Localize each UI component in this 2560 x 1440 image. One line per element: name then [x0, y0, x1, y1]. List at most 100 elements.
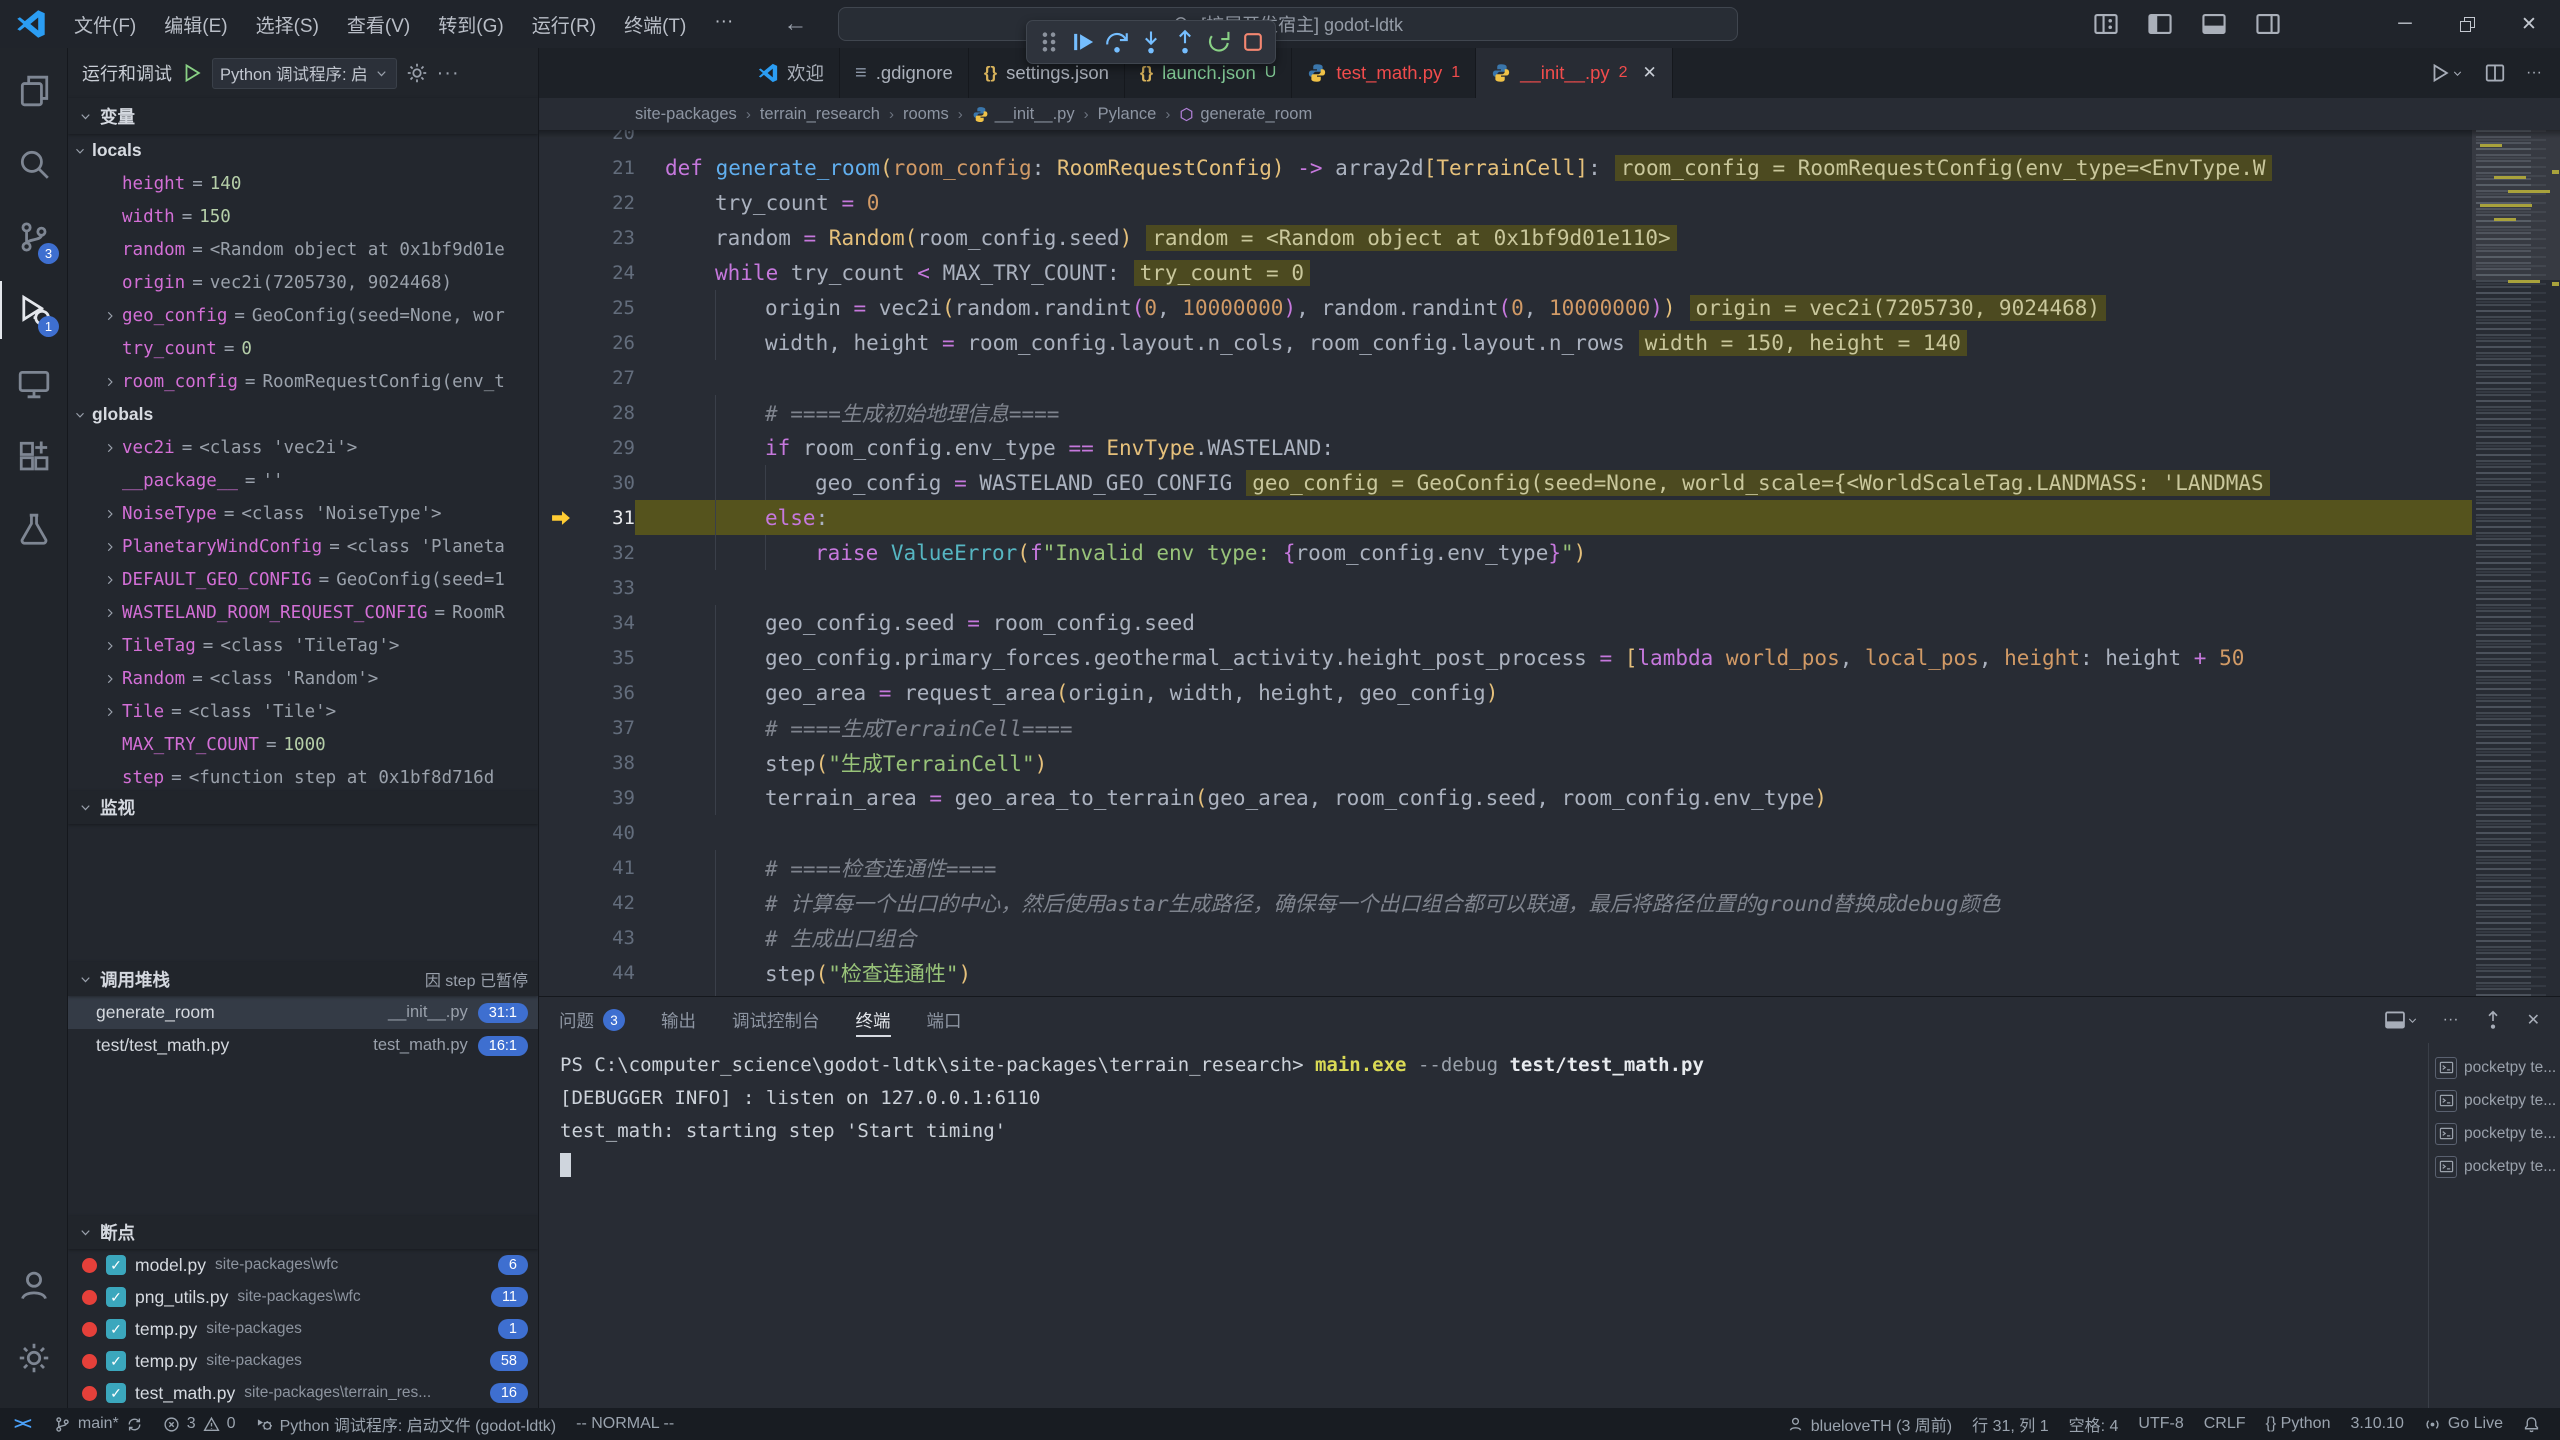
toggle-panel-button[interactable] [2194, 4, 2234, 44]
activitybar-extensions[interactable] [0, 427, 67, 485]
menu-item[interactable]: 选择(S) [242, 5, 333, 44]
breakpoint-row[interactable]: ✓model.pysite-packages\wfc6 [68, 1249, 538, 1281]
code-line-22[interactable]: 22try_count = 0 [539, 185, 2472, 220]
close-panel-icon[interactable]: ✕ [2527, 1010, 2540, 1030]
terminal-list-item[interactable]: pocketpy te... [2435, 1150, 2556, 1183]
editor[interactable]: 2021def generate_room(room_config: RoomR… [539, 130, 2560, 996]
code-line-37[interactable]: 37# ====生成TerrainCell==== [539, 710, 2472, 745]
code-line-30[interactable]: 30geo_config = WASTELAND_GEO_CONFIGgeo_c… [539, 465, 2472, 500]
code-line-35[interactable]: 35geo_config.primary_forces.geothermal_a… [539, 640, 2472, 675]
variable-row[interactable]: Random=<class 'Random'> [68, 662, 538, 695]
terminal-list-item[interactable]: pocketpy te... [2435, 1117, 2556, 1150]
callstack-frame[interactable]: test/test_math.pytest_math.py16:1 [68, 1029, 538, 1062]
code-line-31[interactable]: 31else: [539, 500, 2472, 535]
statusbar-language-mode[interactable]: {} Python [2256, 1408, 2341, 1440]
variable-row[interactable]: vec2i=<class 'vec2i'> [68, 431, 538, 464]
breakpoint-row[interactable]: ✓png_utils.pysite-packages\wfc11 [68, 1281, 538, 1313]
more-actions-icon[interactable]: ··· [2443, 1011, 2459, 1029]
activitybar-testing[interactable] [0, 500, 67, 558]
code-line-36[interactable]: 36geo_area = request_area(origin, width,… [539, 675, 2472, 710]
tab-test_math.py[interactable]: test_math.py1 [1292, 48, 1476, 98]
customize-layout-button[interactable] [2086, 4, 2126, 44]
menu-item[interactable]: 转到(G) [424, 5, 517, 44]
tab-__init__.py[interactable]: __init__.py2✕ [1476, 48, 1673, 98]
breakpoint-row[interactable]: ✓temp.pysite-packages58 [68, 1345, 538, 1377]
variable-row[interactable]: NoiseType=<class 'NoiseType'> [68, 497, 538, 530]
callstack-frame[interactable]: generate_room__init__.py31:1 [68, 996, 538, 1029]
variable-row[interactable]: random=<Random object at 0x1bf9d01e [68, 233, 538, 266]
breakpoints-section-header[interactable]: 断点 [68, 1216, 538, 1249]
code-line-23[interactable]: 23random = Random(room_config.seed)rando… [539, 220, 2472, 255]
code-line-25[interactable]: 25origin = vec2i(random.randint(0, 10000… [539, 290, 2472, 325]
panel-layout-button[interactable] [2384, 1009, 2419, 1031]
step-over-button[interactable] [1101, 25, 1133, 59]
tab-[interactable]: 欢迎 [743, 48, 840, 98]
statusbar-indentation[interactable]: 空格: 4 [2059, 1408, 2129, 1440]
statusbar-debug-status[interactable]: Python 调试程序: 启动文件 (godot-ldtk) [246, 1408, 567, 1440]
tab-close-icon[interactable]: ✕ [1643, 63, 1657, 83]
activitybar-settings[interactable] [0, 1329, 67, 1387]
statusbar-go-live[interactable]: Go Live [2414, 1408, 2513, 1440]
close-button[interactable]: ✕ [2498, 0, 2560, 48]
statusbar-problems[interactable]: 30 [153, 1408, 246, 1440]
code-line-34[interactable]: 34geo_config.seed = room_config.seed [539, 605, 2472, 640]
code-line-32[interactable]: 32raise ValueError(f"Invalid env type: {… [539, 535, 2472, 570]
variable-row[interactable]: try_count=0 [68, 332, 538, 365]
restore-button[interactable] [2436, 0, 2498, 48]
variable-row[interactable]: Tile=<class 'Tile'> [68, 695, 538, 728]
stop-button[interactable] [1237, 25, 1269, 59]
statusbar-python-version[interactable]: 3.10.10 [2340, 1408, 2413, 1440]
activitybar-run-and-debug[interactable]: 1 [0, 281, 67, 339]
variable-row[interactable]: WASTELAND_ROOM_REQUEST_CONFIG=RoomR [68, 596, 538, 629]
activitybar-source-control[interactable]: 3 [0, 208, 67, 266]
breakpoint-row[interactable]: ✓test_math.pysite-packages\terrain_res..… [68, 1377, 538, 1408]
breadcrumb-item[interactable]: rooms [903, 105, 949, 124]
variable-row[interactable]: TileTag=<class 'TileTag'> [68, 629, 538, 662]
code-line-45[interactable]: 45exit_combinations: list[tuple[vec2i, v… [539, 990, 2472, 996]
code-line-24[interactable]: 24while try_count < MAX_TRY_COUNT:try_co… [539, 255, 2472, 290]
variable-row[interactable]: DEFAULT_GEO_CONFIG=GeoConfig(seed=1 [68, 563, 538, 596]
breakpoint-checkbox[interactable]: ✓ [106, 1351, 126, 1371]
statusbar-remote-indicator[interactable]: >< [0, 1408, 44, 1440]
callstack-section-header[interactable]: 调用堆栈 因 step 已暂停 [68, 962, 538, 996]
settings-gear-icon[interactable] [406, 62, 428, 84]
code-line-20[interactable]: 20 [539, 130, 2472, 150]
breakpoint-row[interactable]: ✓temp.pysite-packages1 [68, 1313, 538, 1345]
statusbar-notifications[interactable] [2513, 1408, 2550, 1440]
statusbar-git-blame[interactable]: blueloveTH (3 周前) [1777, 1408, 1962, 1440]
variable-row[interactable]: PlanetaryWindConfig=<class 'Planeta [68, 530, 538, 563]
menu-item[interactable]: 文件(F) [60, 5, 150, 44]
menu-item[interactable]: 查看(V) [333, 5, 424, 44]
code-line-44[interactable]: 44step("检查连通性") [539, 955, 2472, 990]
breakpoint-checkbox[interactable]: ✓ [106, 1255, 126, 1275]
panel-tab-输出[interactable]: 输出 [661, 997, 696, 1043]
menu-item[interactable]: 终端(T) [610, 5, 700, 44]
more-actions-icon[interactable]: ··· [437, 62, 460, 85]
code-line-41[interactable]: 41# ====检查连通性==== [539, 850, 2472, 885]
maximize-panel-button[interactable] [2483, 1010, 2503, 1030]
variable-row[interactable]: globals [68, 398, 538, 431]
code-line-29[interactable]: 29if room_config.env_type == EnvType.WAS… [539, 430, 2472, 465]
breadcrumb-item[interactable]: __init__.py [972, 105, 1075, 124]
activitybar-explorer[interactable] [0, 62, 67, 120]
minimap[interactable] [2472, 130, 2560, 996]
terminal-list-item[interactable]: pocketpy te... [2435, 1084, 2556, 1117]
panel-tab-端口[interactable]: 端口 [927, 997, 962, 1043]
statusbar-vim-mode[interactable]: -- NORMAL -- [566, 1408, 684, 1440]
variable-row[interactable]: width=150 [68, 200, 538, 233]
variable-row[interactable]: step=<function step at 0x1bf8d716d [68, 761, 538, 791]
code-line-42[interactable]: 42# 计算每一个出口的中心，然后使用astar生成路径，确保每一个出口组合都可… [539, 885, 2472, 920]
breadcrumb-item[interactable]: terrain_research [760, 105, 880, 124]
code-line-26[interactable]: 26width, height = room_config.layout.n_c… [539, 325, 2472, 360]
code-line-43[interactable]: 43# 生成出口组合 [539, 920, 2472, 955]
toggle-sidebar-button[interactable] [2140, 4, 2180, 44]
activitybar-search[interactable] [0, 135, 67, 193]
minimize-button[interactable]: ─ [2374, 0, 2436, 48]
code-line-28[interactable]: 28# ====生成初始地理信息==== [539, 395, 2472, 430]
breadcrumb-item[interactable]: Pylance [1098, 105, 1157, 124]
nav-back-icon[interactable]: ← [783, 10, 807, 38]
restart-button[interactable] [1203, 25, 1235, 59]
code-line-21[interactable]: 21def generate_room(room_config: RoomReq… [539, 150, 2472, 185]
code-line-40[interactable]: 40 [539, 815, 2472, 850]
breakpoint-checkbox[interactable]: ✓ [106, 1319, 126, 1339]
